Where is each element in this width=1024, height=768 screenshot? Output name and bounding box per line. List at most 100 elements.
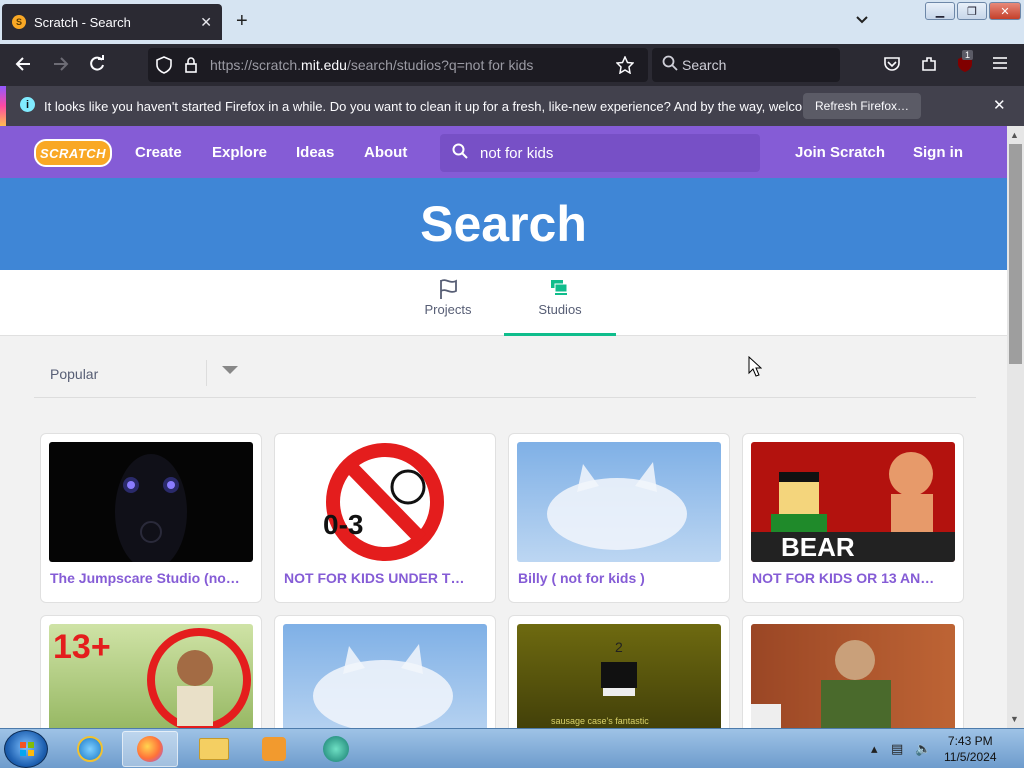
windows-taskbar: ▴ ▤ 🔈 7:43 PM 11/5/2024 xyxy=(0,728,1024,768)
sort-selected: Popular xyxy=(50,366,99,382)
nav-create[interactable]: Create xyxy=(135,144,182,161)
extensions-puzzle-icon[interactable] xyxy=(920,55,938,78)
studio-title[interactable]: The Jumpscare Studio (no… xyxy=(50,570,254,586)
thirteen-text: 13+ xyxy=(53,628,111,666)
scratch-favicon-icon: S xyxy=(12,15,26,29)
search-placeholder: Search xyxy=(682,57,727,73)
navigation-toolbar: https://scratch.mit.edu/search/studios?q… xyxy=(0,44,1024,86)
minimize-button[interactable]: ▁ xyxy=(925,2,955,20)
notification-accent-strip xyxy=(0,86,6,126)
studio-title[interactable]: NOT FOR KIDS OR 13 AN… xyxy=(752,570,956,586)
pocket-icon[interactable] xyxy=(883,55,901,78)
sign-in-link[interactable]: Sign in xyxy=(913,144,963,161)
back-icon[interactable] xyxy=(14,55,32,77)
studio-card[interactable]: BEAR NOT FOR KIDS OR 13 AN… xyxy=(742,433,964,603)
sort-dropdown[interactable]: Popular xyxy=(34,348,976,398)
app-taskbar-button[interactable] xyxy=(308,731,364,767)
notification-bar: i It looks like you haven't started Fire… xyxy=(0,86,1024,126)
studio-title[interactable]: Billy ( not for kids ) xyxy=(518,570,722,586)
tab-title: Scratch - Search xyxy=(34,14,131,30)
bookmark-star-icon[interactable] xyxy=(615,55,635,79)
system-clock[interactable]: 7:43 PM 11/5/2024 xyxy=(944,733,997,765)
studio-thumbnail[interactable]: BEAR xyxy=(751,442,955,562)
studio-card[interactable]: 13+ xyxy=(40,615,262,728)
thumb-number: 2 xyxy=(615,639,623,655)
nav-ideas[interactable]: Ideas xyxy=(296,144,334,161)
studios-icon xyxy=(504,278,616,302)
tab-projects[interactable]: Projects xyxy=(393,278,503,336)
studio-title[interactable]: NOT FOR KIDS UNDER T… xyxy=(284,570,488,586)
search-tabs: Projects Studios xyxy=(0,270,1007,336)
folder-icon xyxy=(199,738,229,760)
reload-icon[interactable] xyxy=(88,55,106,77)
tracking-protection-shield-icon[interactable] xyxy=(156,56,172,79)
new-tab-button[interactable]: + xyxy=(236,10,248,33)
close-window-button[interactable]: ✕ xyxy=(989,2,1021,20)
thumb-caption: sausage case's fantastic xyxy=(551,716,649,726)
internet-explorer-taskbar-button[interactable] xyxy=(62,731,118,767)
scratch-header: SCRATCH Create Explore Ideas About not f… xyxy=(0,126,1007,178)
url-bar[interactable]: https://scratch.mit.edu/search/studios?q… xyxy=(148,48,648,82)
studio-card[interactable] xyxy=(274,615,496,728)
studio-thumbnail[interactable] xyxy=(517,442,721,562)
search-icon xyxy=(662,55,678,75)
notification-message: It looks like you haven't started Firefo… xyxy=(44,99,855,114)
scratch-search-input[interactable]: not for kids xyxy=(440,134,760,172)
forward-icon[interactable] xyxy=(52,55,70,77)
notification-close-icon[interactable]: ✕ xyxy=(993,96,1006,114)
bear-text: BEAR xyxy=(781,532,855,562)
refresh-firefox-button[interactable]: Refresh Firefox… xyxy=(803,93,922,119)
extension-badge: 1 xyxy=(962,50,974,60)
app-icon xyxy=(323,736,349,762)
studio-card[interactable]: 0-3 NOT FOR KIDS UNDER T… xyxy=(274,433,496,603)
network-icon[interactable]: ▤ xyxy=(891,741,903,757)
tab-projects-label: Projects xyxy=(424,302,472,317)
scroll-down-icon[interactable]: ▼ xyxy=(1010,714,1019,724)
media-player-taskbar-button[interactable] xyxy=(246,731,302,767)
studio-thumbnail[interactable] xyxy=(283,624,487,728)
divider xyxy=(206,360,207,386)
dropdown-caret-icon[interactable] xyxy=(222,366,238,374)
info-icon: i xyxy=(20,97,35,112)
studio-thumbnail[interactable]: 2 sausage case's fantastic xyxy=(517,624,721,728)
tab-close-icon[interactable]: ✕ xyxy=(200,14,212,31)
nav-about[interactable]: About xyxy=(364,144,407,161)
nav-explore[interactable]: Explore xyxy=(212,144,267,161)
start-button[interactable] xyxy=(4,730,48,768)
hamburger-menu-icon[interactable] xyxy=(992,55,1008,76)
tab-studios[interactable]: Studios xyxy=(504,278,616,336)
scrollbar-thumb[interactable] xyxy=(1009,144,1022,364)
web-search-field[interactable]: Search xyxy=(652,48,840,82)
list-all-tabs-icon[interactable] xyxy=(855,12,869,28)
internet-explorer-icon xyxy=(77,736,103,762)
search-icon xyxy=(452,143,468,164)
firefox-icon xyxy=(137,736,163,762)
studio-card[interactable]: 2 sausage case's fantastic xyxy=(508,615,730,728)
desktop: S Scratch - Search ✕ + ▁ ❐ ✕ https://scr… xyxy=(0,0,1024,768)
volume-muted-icon[interactable]: 🔈 xyxy=(915,741,931,757)
clock-date: 11/5/2024 xyxy=(944,750,997,764)
studio-card[interactable] xyxy=(742,615,964,728)
tab-strip: S Scratch - Search ✕ + ▁ ❐ ✕ xyxy=(0,0,1024,44)
studio-thumbnail[interactable]: 13+ xyxy=(49,624,253,728)
media-player-icon xyxy=(262,737,286,761)
studio-thumbnail[interactable]: 0-3 xyxy=(283,442,487,562)
scroll-up-icon[interactable]: ▲ xyxy=(1010,130,1019,140)
firefox-taskbar-button[interactable] xyxy=(122,731,178,767)
tab-studios-label: Studios xyxy=(538,302,582,317)
show-hidden-icons-icon[interactable]: ▴ xyxy=(871,741,878,757)
studio-card[interactable]: The Jumpscare Studio (no… xyxy=(40,433,262,603)
join-scratch-link[interactable]: Join Scratch xyxy=(795,144,885,161)
restore-button[interactable]: ❐ xyxy=(957,2,987,20)
file-explorer-taskbar-button[interactable] xyxy=(186,731,242,767)
studio-card[interactable]: Billy ( not for kids ) xyxy=(508,433,730,603)
vertical-scrollbar[interactable]: ▲ ▼ xyxy=(1007,126,1024,728)
studio-thumbnail[interactable] xyxy=(49,442,253,562)
scratch-page: SCRATCH Create Explore Ideas About not f… xyxy=(0,126,1007,728)
nosign-text: 0-3 xyxy=(323,509,363,540)
studio-thumbnail[interactable] xyxy=(751,624,955,728)
page-title: Search xyxy=(0,178,1007,270)
lock-icon[interactable] xyxy=(184,56,198,79)
browser-tab-active[interactable]: S Scratch - Search ✕ xyxy=(2,4,222,40)
scratch-logo[interactable]: SCRATCH xyxy=(34,139,112,167)
